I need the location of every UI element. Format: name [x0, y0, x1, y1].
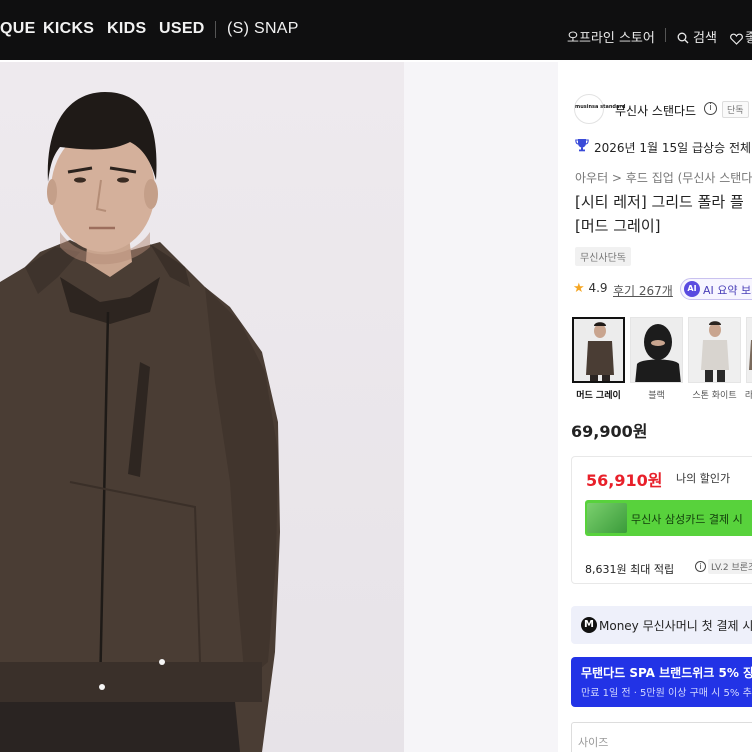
samsung-card-text: 무신사 삼성카드 결제 시: [631, 513, 743, 526]
exclusive-badge: 단독: [722, 101, 749, 118]
heart-icon[interactable]: [730, 30, 743, 49]
ranking-row[interactable]: 2026년 1월 15일 급상승 전체: [575, 138, 751, 156]
money-icon: M: [581, 617, 597, 633]
trophy-icon: [575, 138, 589, 156]
nav-link-used[interactable]: USED: [159, 20, 205, 38]
spa-brandweek-banner[interactable]: 무탠다드 SPA 브랜드위크 5% 장바 만료 1일 전 · 5만원 이상 구매…: [571, 657, 752, 707]
color-label-4: 라: [744, 391, 752, 401]
card-image: [587, 503, 627, 533]
ai-summary-label: AI 요약 보기: [703, 284, 752, 297]
model-photo: [0, 92, 280, 752]
color-swatch-black[interactable]: [630, 317, 683, 383]
product-title-line1: [시티 레저] 그리드 폴라 플: [575, 193, 744, 211]
nav-divider: [215, 21, 216, 38]
spa-banner-title: 무탠다드 SPA 브랜드위크 5% 장바: [581, 666, 752, 680]
size-select[interactable]: 사이즈: [571, 722, 752, 752]
points-info-icon[interactable]: i: [695, 561, 706, 572]
color-swatch-mud-gray[interactable]: [572, 317, 625, 383]
ai-summary-button[interactable]: AIAI 요약 보기: [680, 278, 752, 300]
size-select-placeholder: 사이즈: [578, 736, 609, 749]
samsung-card-banner[interactable]: 무신사 삼성카드 결제 시: [585, 500, 752, 536]
star-icon: ★: [573, 281, 585, 296]
image-side-panel: [404, 62, 559, 752]
level-badge: LV.2 브론즈: [708, 559, 752, 574]
color-label-1: 머드 그레이: [576, 391, 621, 401]
swatch-image: [631, 318, 682, 382]
rating-score: ★ 4.9: [573, 281, 608, 296]
color-label-3: 스톤 화이트: [692, 391, 737, 401]
category-breadcrumb[interactable]: 아우터 > 후드 집업 (무신사 스탠다드: [575, 169, 752, 186]
search-label[interactable]: 검색: [693, 27, 717, 46]
brand-name-link[interactable]: 무신사 스탠다드: [615, 102, 696, 119]
money-text: Money 무신사머니 첫 결제 시: [599, 619, 752, 633]
color-swatch-4[interactable]: [746, 317, 752, 383]
color-label-2: 블랙: [648, 391, 665, 401]
sale-price: 56,910원: [586, 471, 663, 490]
exclusive-tag: 무신사단독: [575, 247, 631, 266]
rating-value: 4.9: [588, 281, 608, 295]
search-icon[interactable]: [677, 29, 689, 48]
top-navigation-bar: QUE KICKS KIDS USED (S) SNAP 오프라인 스토어 검색…: [0, 0, 752, 60]
nav-link-kicks[interactable]: KICKS: [43, 20, 94, 38]
nav-link-kids[interactable]: KIDS: [107, 20, 146, 38]
ai-icon: AI: [684, 281, 700, 297]
color-swatch-stone-white[interactable]: [688, 317, 741, 383]
original-price: 69,900원: [571, 422, 648, 441]
review-count-link[interactable]: 후기 267개: [613, 282, 673, 299]
info-icon[interactable]: i: [704, 102, 717, 115]
my-discount-label[interactable]: 나의 할인가: [676, 470, 730, 486]
like-label[interactable]: 좋: [745, 27, 752, 46]
musinsa-money-banner[interactable]: M Money 무신사머니 첫 결제 시: [571, 606, 752, 644]
brand-logo[interactable]: musinsa standard: [574, 94, 625, 124]
nav-divider-right: [665, 28, 666, 42]
swatch-image: [747, 318, 752, 382]
product-main-image[interactable]: [0, 62, 404, 752]
nav-link-snap[interactable]: (S) SNAP: [227, 20, 299, 38]
product-info-panel: musinsa standard 무신사 스탠다드 i 단독 2026년 1월 …: [558, 62, 752, 752]
nav-link-boutique[interactable]: QUE: [0, 20, 36, 38]
spa-banner-subtitle: 만료 1일 전 · 5만원 이상 구매 시 5% 추가: [581, 688, 752, 699]
swatch-image: [574, 319, 623, 381]
offline-store-link[interactable]: 오프라인 스토어: [567, 27, 655, 46]
points-earn: 8,631원 최대 적립: [585, 563, 675, 576]
ranking-text: 2026년 1월 15일 급상승 전체: [594, 141, 752, 155]
swatch-image: [689, 318, 740, 382]
product-title-line2: [머드 그레이]: [575, 217, 661, 235]
discount-info-box: 56,910원 나의 할인가 무신사 삼성카드 결제 시 8,631원 최대 적…: [571, 456, 752, 584]
